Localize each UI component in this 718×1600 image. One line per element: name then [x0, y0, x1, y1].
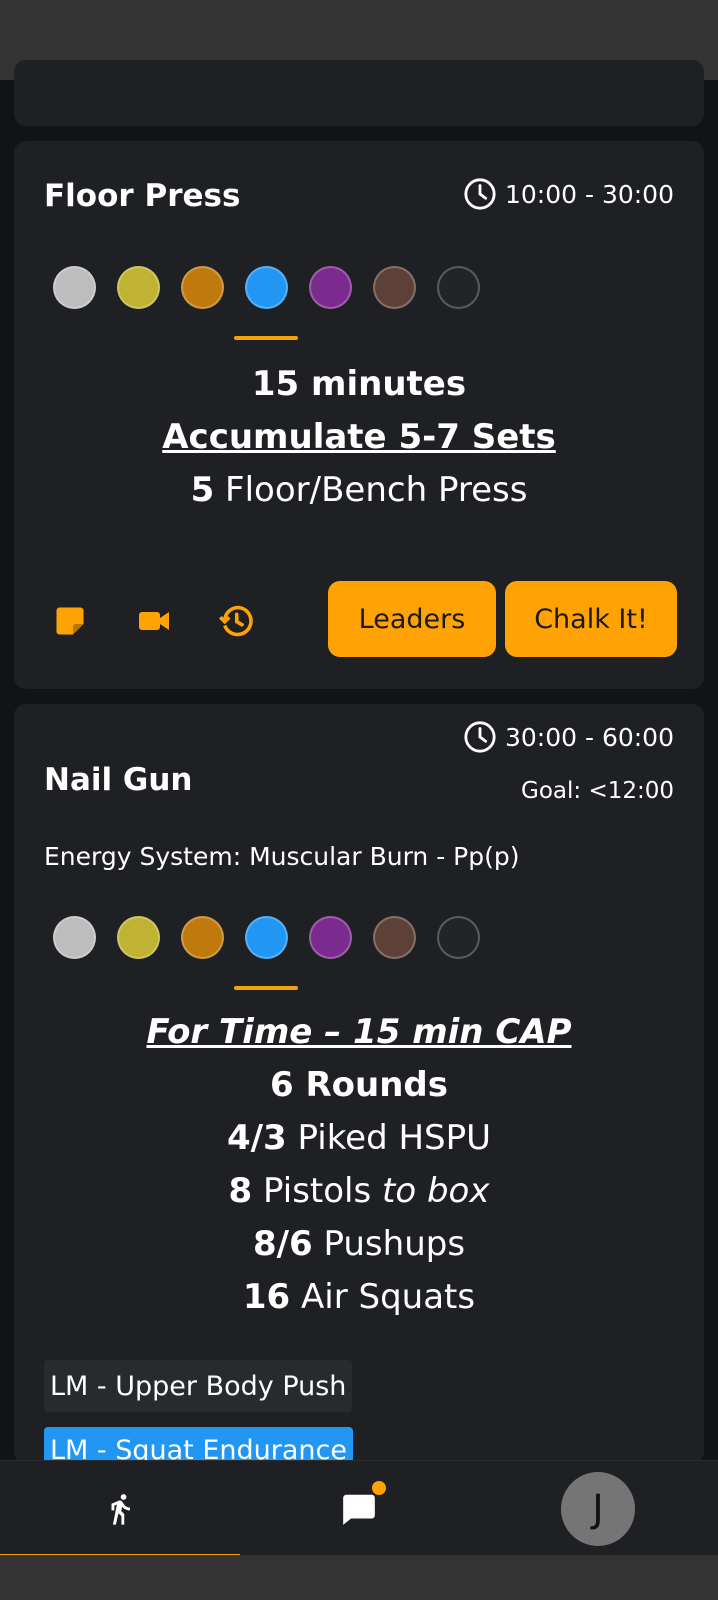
- leaders-button[interactable]: Leaders: [328, 581, 496, 657]
- selected-level-indicator: [234, 336, 298, 340]
- movement: Pushups: [312, 1224, 466, 1264]
- level-dot-brown[interactable]: [373, 916, 416, 959]
- workout-card-floor-press: Floor Press 10:00 - 30:00 15 minutes Acc…: [14, 141, 704, 689]
- level-dot-purple[interactable]: [309, 916, 352, 959]
- rep-count: 5: [190, 470, 215, 510]
- workout-description: 15 minutes Accumulate 5-7 Sets 5 Floor/B…: [14, 358, 704, 517]
- notification-badge: [372, 1481, 386, 1495]
- selected-level-indicator: [234, 986, 298, 990]
- level-dot-silver[interactable]: [53, 266, 96, 309]
- level-dot-silver[interactable]: [53, 916, 96, 959]
- workout-line: 15 minutes: [251, 364, 467, 404]
- workout-description: For Time – 15 min CAP 6 Rounds 4/3 Piked…: [14, 1006, 704, 1324]
- level-dot-black[interactable]: [437, 266, 480, 309]
- time-range-text: 10:00 - 30:00: [504, 179, 674, 209]
- clock-icon: [464, 721, 496, 753]
- movement-modifier: to box: [382, 1171, 490, 1211]
- clock-icon: [464, 178, 496, 210]
- movement: Pistols: [252, 1171, 383, 1211]
- level-dot-purple[interactable]: [309, 266, 352, 309]
- card-title: Floor Press: [44, 178, 241, 214]
- movement: Air Squats: [290, 1277, 476, 1317]
- card-actions: Leaders Chalk It!: [14, 581, 704, 661]
- level-dot-bronze[interactable]: [181, 916, 224, 959]
- nav-workouts[interactable]: [0, 1461, 240, 1556]
- workout-line: 8 Pistols to box: [14, 1165, 704, 1218]
- time-range-text: 30:00 - 60:00: [504, 722, 674, 752]
- avatar[interactable]: J: [561, 1471, 635, 1546]
- scaling-levels: [53, 266, 480, 309]
- workout-card-nail-gun: Nail Gun 30:00 - 60:00 Goal: <12:00 Ener…: [14, 704, 704, 1464]
- rep-count: 8: [228, 1171, 253, 1211]
- workout-line: 4/3 Piked HSPU: [14, 1112, 704, 1165]
- nav-messages[interactable]: [240, 1461, 478, 1556]
- card-title: Nail Gun: [44, 762, 193, 798]
- movement: Piked HSPU: [286, 1118, 492, 1158]
- history-icon[interactable]: [216, 601, 256, 641]
- tag-upper-body-push[interactable]: LM - Upper Body Push: [44, 1360, 353, 1412]
- chat-icon: [343, 1494, 375, 1525]
- workout-line: 5 Floor/Bench Press: [14, 464, 704, 517]
- level-dot-gold[interactable]: [117, 916, 160, 959]
- nav-profile[interactable]: J: [478, 1461, 718, 1556]
- scaling-levels: [53, 916, 480, 959]
- level-dot-blue[interactable]: [245, 266, 288, 309]
- rep-count: 16: [242, 1277, 291, 1317]
- workout-line: Accumulate 5-7 Sets: [162, 417, 556, 457]
- level-dot-brown[interactable]: [373, 266, 416, 309]
- level-dot-gold[interactable]: [117, 266, 160, 309]
- chalk-it-button[interactable]: Chalk It!: [505, 581, 677, 657]
- bottom-navigation: J: [0, 1460, 718, 1558]
- workout-header: For Time – 15 min CAP: [146, 1012, 572, 1052]
- workout-line: 8/6 Pushups: [14, 1218, 704, 1271]
- previous-card: [14, 60, 704, 126]
- goal-text: Goal: <12:00: [521, 778, 674, 804]
- running-person-icon: [111, 1493, 130, 1525]
- level-dot-bronze[interactable]: [181, 266, 224, 309]
- workout-line: 6 Rounds: [269, 1065, 449, 1105]
- level-dot-black[interactable]: [437, 916, 480, 959]
- video-icon[interactable]: [134, 601, 174, 641]
- time-range: 30:00 - 60:00: [463, 720, 674, 754]
- system-navigation-bar: [0, 1555, 718, 1600]
- energy-system: Energy System: Muscular Burn - Pp(p): [44, 842, 520, 871]
- rep-count: 8/6: [252, 1224, 313, 1264]
- movement: Floor/Bench Press: [214, 470, 528, 510]
- time-range: 10:00 - 30:00: [463, 177, 674, 211]
- tag-squat-endurance[interactable]: LM - Squat Endurance: [44, 1427, 353, 1464]
- workout-line: 16 Air Squats: [14, 1271, 704, 1324]
- rep-count: 4/3: [226, 1118, 287, 1158]
- level-dot-blue[interactable]: [245, 916, 288, 959]
- note-icon[interactable]: [50, 601, 90, 641]
